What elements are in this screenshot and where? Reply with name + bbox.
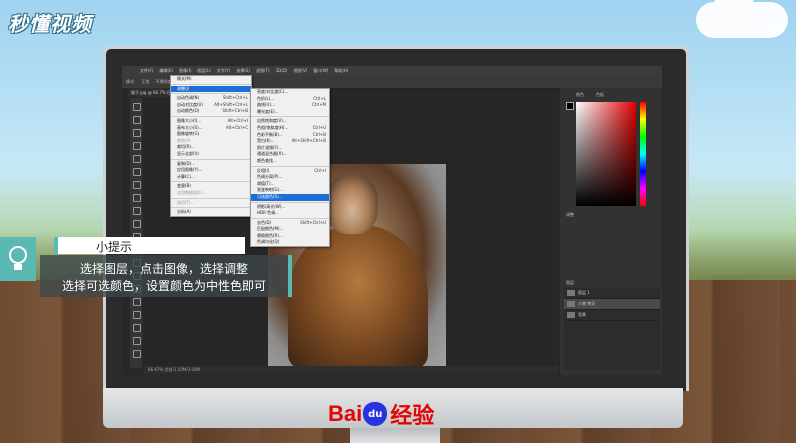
menu-item[interactable]: 可选颜色(S)...	[251, 193, 329, 201]
menu-item[interactable]: 图像大小(I)... Alt+Ctrl+I	[171, 118, 251, 125]
menu-item[interactable]: 匹配颜色(M)...	[251, 226, 329, 233]
menu-item[interactable]: 通道混合器(X)...	[251, 151, 329, 158]
menu-item[interactable]: 图像旋转(G)	[171, 131, 251, 138]
menu-item[interactable]: 分析(A)	[171, 209, 251, 216]
menu-file[interactable]: 文件(F)	[140, 66, 153, 76]
color-picker-field[interactable]	[576, 102, 636, 206]
menu-separator	[251, 165, 329, 167]
shape-tool-icon[interactable]	[133, 324, 141, 332]
brush-tool-icon[interactable]	[133, 194, 141, 202]
menu-item[interactable]: 变量(B)	[171, 183, 251, 190]
layer-row[interactable]: 人物 拷贝	[564, 299, 660, 310]
menu-item[interactable]: 色调均化(Q)	[251, 239, 329, 246]
hue-slider[interactable]	[640, 102, 646, 206]
foreground-color-swatch[interactable]	[566, 102, 574, 110]
hand-tool-icon[interactable]	[133, 337, 141, 345]
healing-tool-icon[interactable]	[133, 181, 141, 189]
menu-item[interactable]: 自动色调(N) Shift+Ctrl+L	[171, 95, 251, 102]
menu-item[interactable]: 计算(C)...	[171, 174, 251, 181]
menu-item[interactable]: 自动颜色(O) Shift+Ctrl+B	[171, 108, 251, 115]
color-panel-tab[interactable]: 颜色	[576, 92, 584, 98]
layer-row[interactable]: 图层 1	[564, 288, 660, 299]
menu-item[interactable]: 曝光度(E)...	[251, 109, 329, 116]
tip-line-2: 选择可选颜色，设置颜色为中性色即可	[61, 279, 266, 293]
adjust-submenu: 亮度/对比度(C)... 色阶(L)... Ctrl+L 曲线(U)... Ctrl+M…	[250, 88, 330, 248]
toolbar	[130, 98, 142, 368]
baidu-paw-icon: du	[363, 402, 388, 426]
tip-title-box: 小提示	[54, 237, 245, 254]
menu-item[interactable]: 调整(J)	[171, 85, 251, 93]
marquee-tool-icon[interactable]	[133, 116, 141, 124]
eyedropper-tool-icon[interactable]	[133, 168, 141, 176]
layer-thumbnail-icon	[567, 301, 575, 307]
quick-select-tool-icon[interactable]	[133, 142, 141, 150]
right-panels: 颜色 色板 调整 图层 图层 1 人物 拷贝 背景	[560, 88, 662, 375]
menu-item[interactable]: 曲线(U)... Ctrl+M	[251, 102, 329, 109]
layer-thumbnail-icon	[567, 290, 575, 296]
jingyan-text: 经验	[390, 404, 435, 429]
menu-item: 应用数据组(L)...	[177, 189, 207, 195]
layers-panel-tab[interactable]: 图层	[566, 280, 574, 286]
swatches-panel-tab[interactable]: 色板	[596, 92, 604, 98]
monkey-head	[326, 174, 378, 234]
menu-item[interactable]: 显示全部(V)	[171, 151, 251, 158]
menu-item[interactable]: 裁切(R)...	[171, 144, 251, 151]
layer-thumbnail-icon	[567, 312, 575, 318]
video-brand-logo: 秒懂视频	[8, 12, 92, 36]
menu-separator	[171, 207, 251, 209]
history-brush-tool-icon[interactable]	[133, 220, 141, 228]
lightbulb-icon	[0, 237, 36, 281]
stamp-tool-icon[interactable]	[133, 207, 141, 215]
menu-separator	[171, 158, 251, 160]
layer-row[interactable]: 背景	[564, 310, 660, 321]
menu-separator	[251, 217, 329, 219]
menu-3d[interactable]: 3D(D)	[276, 66, 288, 76]
adjust-panel-tab[interactable]: 调整	[566, 212, 574, 218]
menu-item[interactable]: 颜色查找...	[251, 158, 329, 165]
menu-item[interactable]: 色相/饱和度(H)... Ctrl+U	[251, 125, 329, 132]
tip-body-box: 选择图层，点击图像，选择调整 选择可选颜色，设置颜色为中性色即可	[40, 255, 292, 297]
menu-separator	[171, 115, 251, 117]
crop-tool-icon[interactable]	[133, 155, 141, 163]
menu-item[interactable]: HDR 色调...	[251, 210, 329, 217]
menu-item[interactable]: 黑白(K)... Alt+Shift+Ctrl+B	[251, 138, 329, 145]
type-tool-icon[interactable]	[133, 298, 141, 306]
layers-list: 图层 1 人物 拷贝 背景	[564, 288, 660, 370]
menu-item[interactable]: 亮度/对比度(C)...	[251, 89, 329, 96]
menu-item[interactable]: 色调分离(P)...	[251, 174, 329, 181]
menu-window[interactable]: 窗口(W)	[313, 66, 328, 76]
menu-view[interactable]: 视图(V)	[293, 66, 307, 76]
menu-separator	[251, 201, 329, 203]
option-mode-select[interactable]: 正常	[141, 79, 149, 85]
status-bar: 66.67% 文档:1.10M/3.50M	[144, 366, 558, 374]
monitor-stand	[350, 428, 440, 443]
image-menu-dropdown: 模式(M) 调整(J) 自动色调(N) Shift+Ctrl+L 自动对比度(U) Alt…	[170, 75, 252, 217]
baidu-text: Bai	[328, 401, 363, 426]
path-select-tool-icon[interactable]	[133, 311, 141, 319]
menu-filter[interactable]: 滤镜(T)	[256, 66, 270, 76]
menu-help[interactable]: 帮助(H)	[334, 66, 348, 76]
option-mode-label: 模式:	[126, 79, 136, 84]
tip-title: 小提示	[96, 240, 133, 254]
lasso-tool-icon[interactable]	[133, 129, 141, 137]
menu-separator	[171, 83, 251, 85]
tip-line-1: 选择图层，点击图像，选择调整	[79, 262, 248, 276]
menu-item[interactable]: 模式(M)	[171, 76, 251, 83]
move-tool-icon[interactable]	[133, 103, 141, 111]
menu-item[interactable]: 渐变映射(G)...	[251, 187, 329, 194]
photoshop-window: Ps 文件(F) 编辑(E) 图像(I) 图层(L) 文字(Y) 选择(S) 滤…	[122, 66, 662, 375]
menu-separator	[171, 197, 251, 199]
menu-item: 陷印(T)...	[177, 199, 195, 205]
menu-item[interactable]: 自然饱和度(V)...	[251, 118, 329, 125]
baidu-jingyan-logo: Bai du 经验	[328, 398, 434, 430]
zoom-tool-icon[interactable]	[133, 350, 141, 358]
menu-item[interactable]: 应用图像(Y)...	[171, 167, 251, 174]
cloud-decoration	[696, 0, 788, 38]
